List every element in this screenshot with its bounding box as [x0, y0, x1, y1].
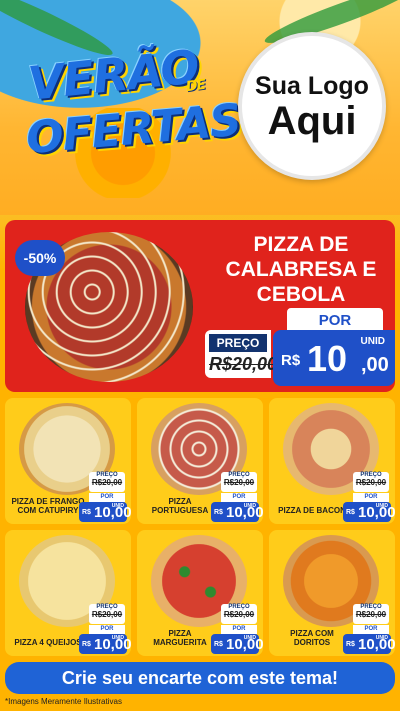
old-price-tag: PREÇO R$20,00 [221, 472, 257, 492]
product-name: PIZZA PORTUGUESA [151, 496, 209, 516]
price-value: 10,00 [358, 636, 395, 653]
price-tag: UNID R$ 10,00 [79, 502, 131, 522]
old-price-tag: PREÇO R$20,00 [353, 472, 389, 492]
old-price-value: R$20,00 [355, 610, 387, 619]
old-price-value: R$20,00 [223, 478, 255, 487]
product-card[interactable]: PIZZA MARGUERITA PREÇO R$20,00 POR UNID … [137, 530, 263, 656]
price-integer: 10 [307, 338, 348, 379]
price-tag: UNID R$ 10,00 [343, 502, 395, 522]
create-flyer-button[interactable]: Crie seu encarte com este tema! [5, 662, 395, 694]
old-price-tag: PREÇO R$20,00 [89, 604, 125, 624]
price-value: 10,00 [226, 636, 263, 653]
product-name: PIZZA DE FRANGO COM CATUPIRY [11, 496, 85, 516]
product-card[interactable]: PIZZA DE BACON PREÇO R$20,00 POR UNID R$… [269, 398, 395, 524]
currency-symbol: R$ [346, 509, 355, 516]
price-tag: UNID R$ 10,00 [211, 502, 263, 522]
old-price-value: R$20,00 [209, 354, 278, 374]
por-label: POR [287, 308, 383, 332]
discount-badge: -50% [15, 240, 65, 276]
product-card[interactable]: PIZZA 4 QUEIJOS PREÇO R$20,00 POR UNID R… [5, 530, 131, 656]
product-grid: PIZZA DE FRANGO COM CATUPIRY PREÇO R$20,… [5, 398, 395, 656]
product-name: PIZZA 4 QUEIJOS [14, 638, 82, 648]
currency-symbol: R$ [281, 352, 301, 369]
title-connector: DE [184, 76, 207, 96]
por-label: POR [89, 493, 125, 502]
old-price-value: R$20,00 [223, 610, 255, 619]
old-price-value: R$20,00 [91, 610, 123, 619]
unit-label: UNID [360, 336, 385, 347]
por-label: POR [353, 493, 389, 502]
por-label: POR [89, 625, 125, 634]
featured-product-card[interactable]: -50% PIZZA DE CALABRESA E CEBOLA PREÇO R… [5, 220, 395, 392]
price-tag: UNID R$ 10,00 [79, 634, 131, 654]
price-cents: ,00 [361, 354, 389, 376]
old-price-tag: PREÇO R$20,00 [205, 330, 277, 378]
currency-symbol: R$ [346, 641, 355, 648]
price-tag: UNID R$ 10,00 [211, 634, 263, 654]
price-tag: UNID R$ 10 ,00 [273, 330, 395, 386]
old-price-label: PREÇO [209, 334, 267, 352]
logo-text-line-1: Sua Logo [255, 71, 369, 100]
old-price-value: R$20,00 [91, 478, 123, 487]
currency-symbol: R$ [214, 641, 223, 648]
por-label: POR [221, 493, 257, 502]
product-card[interactable]: PIZZA DE FRANGO COM CATUPIRY PREÇO R$20,… [5, 398, 131, 524]
disclaimer-text: *Imagens Meramente Ilustrativas [5, 697, 122, 706]
currency-symbol: R$ [214, 509, 223, 516]
campaign-title: VERÃO DE OFERTAS [18, 38, 243, 198]
product-name: PIZZA COM DORITOS [290, 628, 334, 648]
featured-product-name: PIZZA DE CALABRESA E CEBOLA [225, 233, 377, 307]
price-value: 10,00 [226, 504, 263, 521]
product-card[interactable]: PIZZA COM DORITOS PREÇO R$20,00 POR UNID… [269, 530, 395, 656]
product-name: PIZZA MARGUERITA [153, 628, 207, 648]
por-label: POR [221, 625, 257, 634]
product-name: PIZZA DE BACON [278, 506, 346, 516]
price-value: 10,00 [94, 636, 131, 653]
price-value: 10,00 [358, 504, 395, 521]
logo-text-line-2: Aqui [267, 98, 357, 143]
price-tag: UNID R$ 10,00 [343, 634, 395, 654]
por-label: POR [353, 625, 389, 634]
price-value: 10,00 [94, 504, 131, 521]
header-banner: VERÃO DE OFERTAS Sua Logo Aqui [0, 0, 400, 215]
product-card[interactable]: PIZZA PORTUGUESA PREÇO R$20,00 POR UNID … [137, 398, 263, 524]
currency-symbol: R$ [82, 509, 91, 516]
old-price-value: R$20,00 [355, 478, 387, 487]
currency-symbol: R$ [82, 641, 91, 648]
logo-placeholder[interactable]: Sua Logo Aqui [238, 32, 386, 180]
old-price-tag: PREÇO R$20,00 [221, 604, 257, 624]
old-price-tag: PREÇO R$20,00 [353, 604, 389, 624]
old-price-tag: PREÇO R$20,00 [89, 472, 125, 492]
